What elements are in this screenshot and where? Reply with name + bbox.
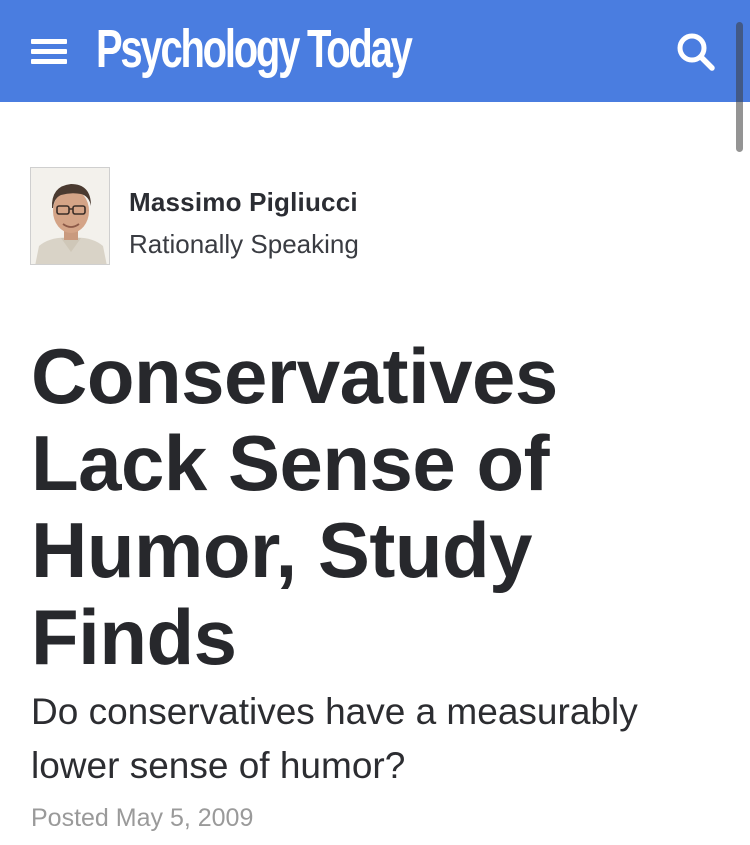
- author-photo: [31, 168, 109, 264]
- hamburger-menu-icon: [31, 39, 67, 44]
- search-button[interactable]: [672, 28, 722, 78]
- posted-date: Posted May 5, 2009: [31, 804, 254, 832]
- site-header: Psychology Today: [0, 0, 750, 102]
- site-logo[interactable]: Psychology Today: [96, 16, 413, 82]
- blog-name[interactable]: Rationally Speaking: [129, 229, 359, 260]
- search-icon: [677, 33, 715, 71]
- hamburger-menu-icon-bar: [31, 49, 67, 54]
- author-avatar[interactable]: [30, 167, 110, 265]
- article-subtitle: Do conservatives have a measurably lower…: [31, 691, 638, 786]
- hamburger-menu-icon-bar: [31, 59, 67, 64]
- article-title: Conservatives Lack Sense of Humor, Study…: [31, 332, 558, 681]
- article-page: Psychology Today Massimo Pigliucci Ratio…: [0, 0, 750, 845]
- menu-button[interactable]: [26, 31, 72, 71]
- page-scrollbar[interactable]: [736, 22, 743, 152]
- author-name[interactable]: Massimo Pigliucci: [129, 187, 358, 218]
